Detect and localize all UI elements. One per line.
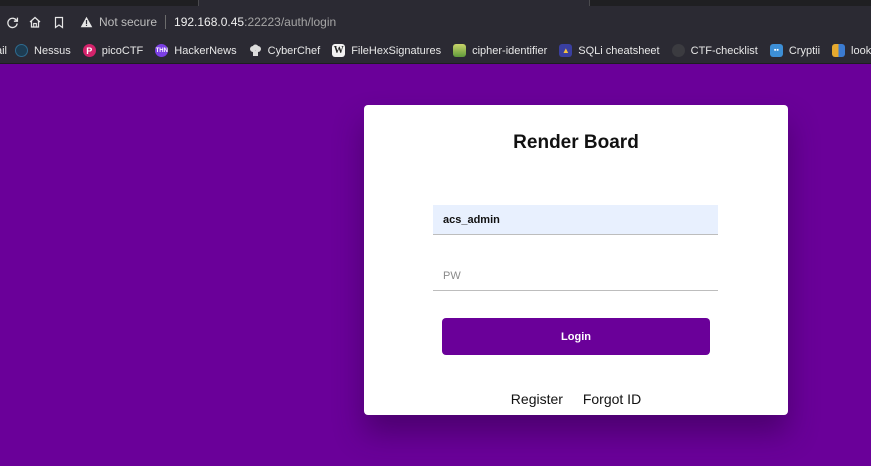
- bookmark-label: FileHexSignatures: [351, 44, 442, 57]
- bookmark-label: cipher-identifier: [472, 44, 548, 57]
- url-separator: [165, 15, 167, 29]
- page-title: Render Board: [513, 132, 639, 153]
- bookmark-cipher-identifier[interactable]: cipher-identifier: [453, 44, 547, 57]
- password-input[interactable]: [433, 261, 718, 291]
- cyberchef-icon: [249, 44, 262, 57]
- bookmark-label: Cryptii: [788, 44, 821, 57]
- github-icon: [671, 44, 685, 57]
- bookmark-hackernews[interactable]: THN HackerNews: [155, 44, 237, 57]
- cryptii-icon: ▪▪: [769, 44, 783, 57]
- picoctf-icon: P: [82, 44, 96, 57]
- bookmark-mail[interactable]: ail: [0, 45, 7, 57]
- warning-icon[interactable]: [80, 16, 93, 28]
- bookmark-nessus[interactable]: Nessus: [15, 44, 71, 57]
- url-host: 192.168.0.45: [174, 15, 245, 29]
- bookmark-label: Nessus: [34, 44, 71, 57]
- cipher-icon: [453, 44, 467, 57]
- username-input[interactable]: [433, 205, 718, 235]
- bookmark-label: SQLi cheatsheet: [578, 44, 660, 57]
- sqli-icon: ▲: [559, 44, 573, 57]
- forgot-id-link[interactable]: Forgot ID: [583, 391, 641, 407]
- auth-links: Register Forgot ID: [364, 391, 788, 407]
- bookmark-label: ail: [0, 44, 8, 57]
- navigation-toolbar: Not secure 192.168.0.45:22223/auth/login: [0, 6, 871, 38]
- login-card: Render Board Login Register Forgot ID: [364, 105, 788, 415]
- bookmarks-bar: ail Nessus P picoCTF THN HackerNews Cybe…: [0, 38, 871, 64]
- bookmark-label: HackerNews: [174, 44, 237, 57]
- bookmark-ctf-checklist[interactable]: CTF-checklist: [671, 44, 758, 57]
- bookmark-lookup[interactable]: lookup: [832, 44, 871, 57]
- security-label[interactable]: Not secure: [99, 15, 157, 29]
- bookmark-label: CTF-checklist: [690, 44, 758, 57]
- bookmark-label: CyberChef: [267, 44, 321, 57]
- lookup-icon: [832, 44, 846, 57]
- url-path: :22223/auth/login: [244, 15, 337, 29]
- bookmark-sqli-cheatsheet[interactable]: ▲ SQLi cheatsheet: [559, 44, 660, 57]
- bookmark-icon[interactable]: [48, 11, 70, 33]
- bookmark-filehexsignatures[interactable]: W FileHexSignatures: [332, 44, 441, 57]
- bookmark-cryptii[interactable]: ▪▪ Cryptii: [769, 44, 821, 57]
- bookmark-label: lookup: [851, 44, 871, 57]
- bookmark-label: picoCTF: [101, 44, 144, 57]
- wikipedia-icon: W: [332, 44, 346, 57]
- home-icon[interactable]: [24, 11, 46, 33]
- reload-icon[interactable]: [1, 11, 23, 33]
- bookmark-cyberchef[interactable]: CyberChef: [249, 44, 321, 57]
- address-bar[interactable]: Not secure 192.168.0.45:22223/auth/login: [80, 11, 336, 33]
- hackernews-icon: THN: [155, 44, 169, 57]
- bookmark-picoctf[interactable]: P picoCTF: [82, 44, 144, 57]
- register-link[interactable]: Register: [511, 391, 563, 407]
- login-button[interactable]: Login: [442, 318, 710, 355]
- nessus-icon: [15, 44, 29, 57]
